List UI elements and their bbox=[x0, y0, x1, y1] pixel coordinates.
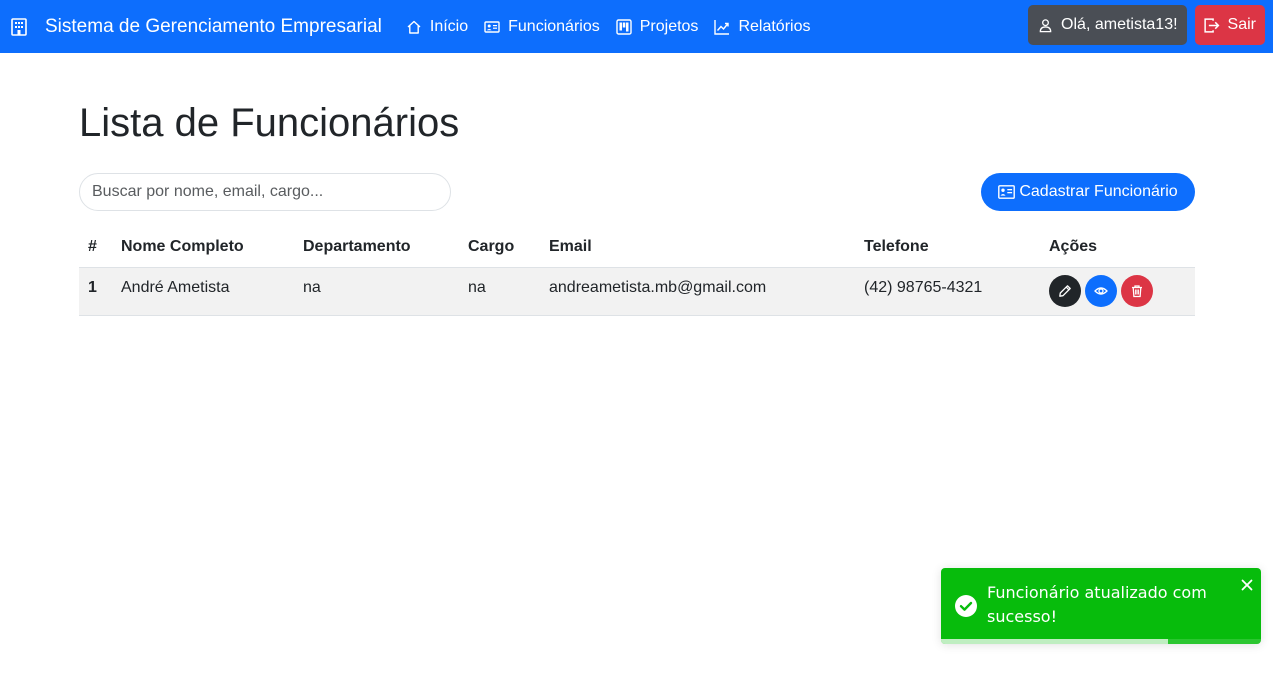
user-menu-button[interactable]: Olá, ametista13! bbox=[1028, 5, 1187, 45]
delete-button[interactable] bbox=[1121, 275, 1153, 307]
cell-department: na bbox=[294, 267, 459, 316]
brand[interactable]: Sistema de Gerenciamento Empresarial bbox=[11, 16, 382, 38]
table-row: 1 André Ametista na na andreametista.mb@… bbox=[79, 267, 1195, 316]
person-vcard-icon bbox=[484, 20, 500, 33]
cell-actions bbox=[1040, 267, 1195, 316]
view-button[interactable] bbox=[1085, 275, 1117, 307]
column-header-department: Departamento bbox=[294, 228, 459, 268]
column-header-role: Cargo bbox=[459, 228, 540, 268]
cell-email: andreametista.mb@gmail.com bbox=[540, 267, 855, 316]
cell-role: na bbox=[459, 267, 540, 316]
row-actions bbox=[1049, 269, 1186, 307]
toast-message: Funcionário atualizado com sucesso! bbox=[987, 583, 1207, 626]
cell-index: 1 bbox=[79, 267, 112, 316]
logout-label: Sair bbox=[1227, 16, 1256, 33]
top-navbar: Sistema de Gerenciamento Empresarial Iní… bbox=[0, 0, 1273, 53]
search-input[interactable] bbox=[79, 173, 451, 211]
column-header-actions: Ações bbox=[1040, 228, 1195, 268]
success-toast[interactable]: Funcionário atualizado com sucesso! bbox=[941, 568, 1261, 644]
nav-link-relatorios[interactable]: Relatórios bbox=[714, 18, 810, 36]
nav-right: Olá, ametista13! Sair bbox=[1028, 5, 1265, 45]
person-vcard-icon bbox=[998, 185, 1016, 199]
column-header-index: # bbox=[79, 228, 112, 268]
nav-links: Início Funcionários Projetos Relatórios bbox=[406, 18, 827, 36]
house-icon bbox=[407, 20, 421, 34]
table-header-row: # Nome Completo Departamento Cargo Email… bbox=[79, 228, 1195, 268]
nav-link-label: Projetos bbox=[639, 17, 699, 35]
person-icon bbox=[1039, 18, 1052, 32]
box-arrow-right-icon bbox=[1203, 17, 1220, 33]
nav-link-label: Relatórios bbox=[738, 17, 811, 35]
page-title: Lista de Funcionários bbox=[79, 101, 460, 145]
toast-progress-bar bbox=[941, 639, 1169, 644]
register-button-label: Cadastrar Funcionário bbox=[1019, 183, 1178, 200]
kanban-icon bbox=[616, 18, 632, 35]
brand-title: Sistema de Gerenciamento Empresarial bbox=[45, 15, 382, 37]
close-icon[interactable] bbox=[1241, 579, 1253, 591]
user-greeting: Olá, ametista13! bbox=[1061, 16, 1178, 33]
nav-link-label: Início bbox=[429, 17, 469, 35]
building-icon bbox=[11, 17, 27, 36]
trash-icon bbox=[1132, 285, 1142, 298]
nav-link-funcionarios[interactable]: Funcionários bbox=[484, 18, 600, 36]
edit-button[interactable] bbox=[1049, 275, 1081, 307]
employees-table: # Nome Completo Departamento Cargo Email… bbox=[79, 228, 1195, 316]
column-header-email: Email bbox=[540, 228, 855, 268]
column-header-name: Nome Completo bbox=[112, 228, 294, 268]
nav-link-inicio[interactable]: Início bbox=[406, 18, 468, 36]
cell-phone: (42) 98765-4321 bbox=[855, 267, 1040, 316]
nav-link-label: Funcionários bbox=[508, 17, 600, 35]
column-header-phone: Telefone bbox=[855, 228, 1040, 268]
nav-link-projetos[interactable]: Projetos bbox=[616, 17, 699, 36]
register-employee-button[interactable]: Cadastrar Funcionário bbox=[981, 173, 1195, 211]
pencil-icon bbox=[1059, 285, 1071, 297]
eye-icon bbox=[1094, 287, 1108, 295]
cell-name: André Ametista bbox=[112, 267, 294, 316]
check-circle-icon bbox=[955, 595, 977, 617]
graph-up-icon bbox=[714, 19, 730, 35]
logout-button[interactable]: Sair bbox=[1194, 5, 1265, 45]
